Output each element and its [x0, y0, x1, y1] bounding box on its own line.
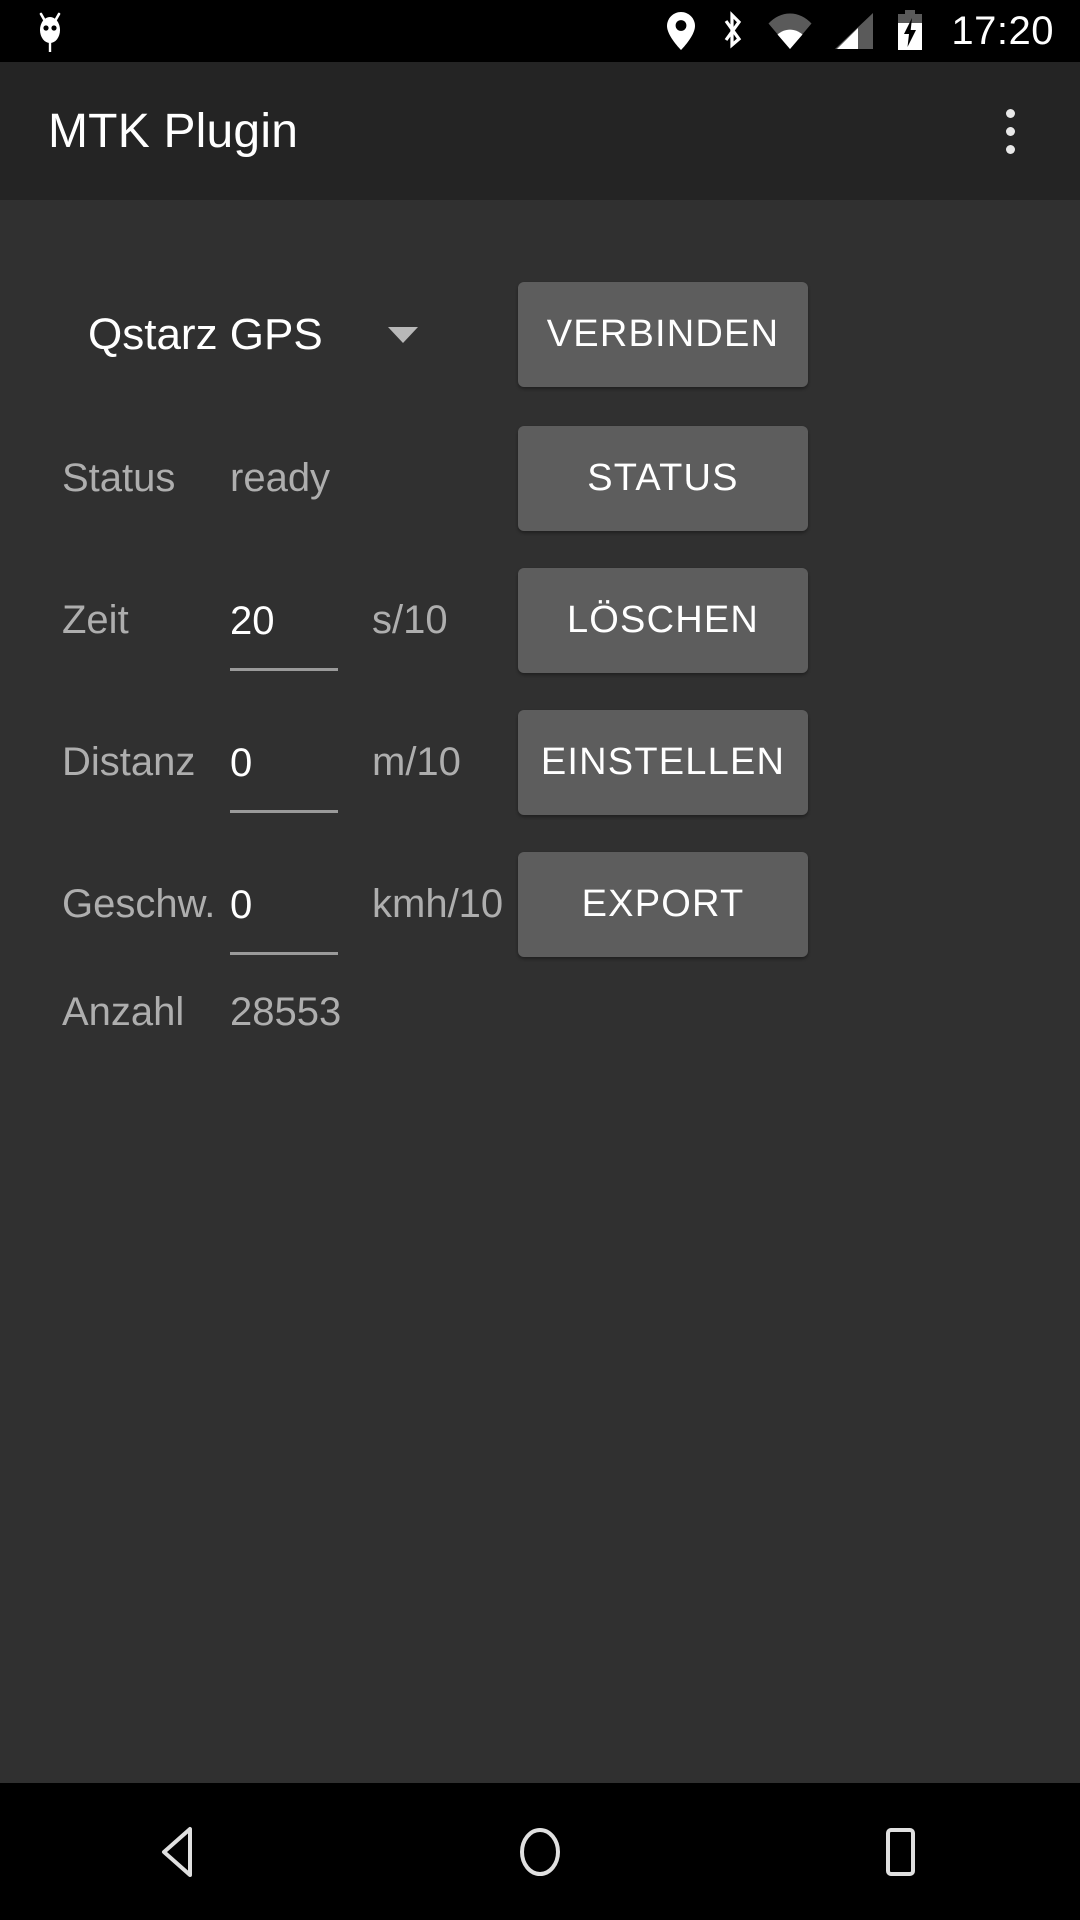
back-triangle-icon[interactable]	[105, 1783, 255, 1920]
geschw-input-underline	[230, 952, 338, 955]
app-bar: MTK Plugin	[0, 62, 1080, 200]
anzahl-label: Anzahl	[62, 990, 192, 1035]
geschw-unit: kmh/10	[372, 882, 503, 927]
bluetooth-icon	[717, 9, 747, 53]
distanz-label: Distanz	[62, 740, 192, 785]
home-circle-icon[interactable]	[465, 1783, 615, 1920]
device-spinner-value: Qstarz GPS	[88, 310, 323, 360]
recents-square-icon[interactable]	[825, 1783, 975, 1920]
phone-screen: 17:20 MTK Plugin Qstarz GPS VERBINDEN St…	[0, 0, 1080, 1920]
wifi-icon	[767, 11, 813, 51]
zeit-input-underline	[230, 668, 338, 671]
status-label: Status	[62, 456, 192, 501]
main-content: Qstarz GPS VERBINDEN Status ready STATUS…	[0, 200, 1080, 1783]
location-pin-icon	[665, 10, 697, 52]
export-button[interactable]: EXPORT	[518, 852, 808, 957]
zeit-input-value: 20	[230, 585, 275, 657]
status-icons: 17:20	[665, 9, 1080, 53]
status-value: ready	[230, 456, 330, 501]
delete-button[interactable]: LÖSCHEN	[518, 568, 808, 673]
anzahl-value: 28553	[230, 990, 341, 1035]
status-bar: 17:20	[0, 0, 1080, 62]
distanz-input-underline	[230, 810, 338, 813]
page-title: MTK Plugin	[0, 104, 298, 159]
overflow-dot	[1006, 109, 1015, 118]
battery-charging-icon	[895, 9, 925, 53]
distanz-input-value: 0	[230, 727, 252, 799]
geschw-input[interactable]: 0	[230, 869, 338, 941]
zeit-input[interactable]: 20	[230, 585, 338, 657]
zeit-label: Zeit	[62, 598, 192, 643]
geschw-label: Geschw.	[62, 882, 192, 927]
settings-button[interactable]: EINSTELLEN	[518, 710, 808, 815]
overflow-menu-icon[interactable]	[962, 83, 1058, 179]
notification-area	[0, 9, 100, 53]
zeit-unit: s/10	[372, 598, 448, 643]
overflow-dot	[1006, 145, 1015, 154]
geschw-input-value: 0	[230, 869, 252, 941]
distanz-input[interactable]: 0	[230, 727, 338, 799]
device-spinner[interactable]: Qstarz GPS	[88, 310, 418, 360]
distanz-unit: m/10	[372, 740, 461, 785]
status-bar-clock: 17:20	[945, 11, 1054, 51]
dropdown-caret-icon	[388, 327, 418, 343]
anzahl-row: Anzahl 28553	[0, 960, 1080, 1065]
connect-button[interactable]: VERBINDEN	[518, 282, 808, 387]
status-button[interactable]: STATUS	[518, 426, 808, 531]
android-robot-icon	[33, 9, 67, 53]
overflow-dot	[1006, 127, 1015, 136]
navigation-bar	[0, 1783, 1080, 1920]
cellular-signal-icon	[833, 11, 875, 51]
